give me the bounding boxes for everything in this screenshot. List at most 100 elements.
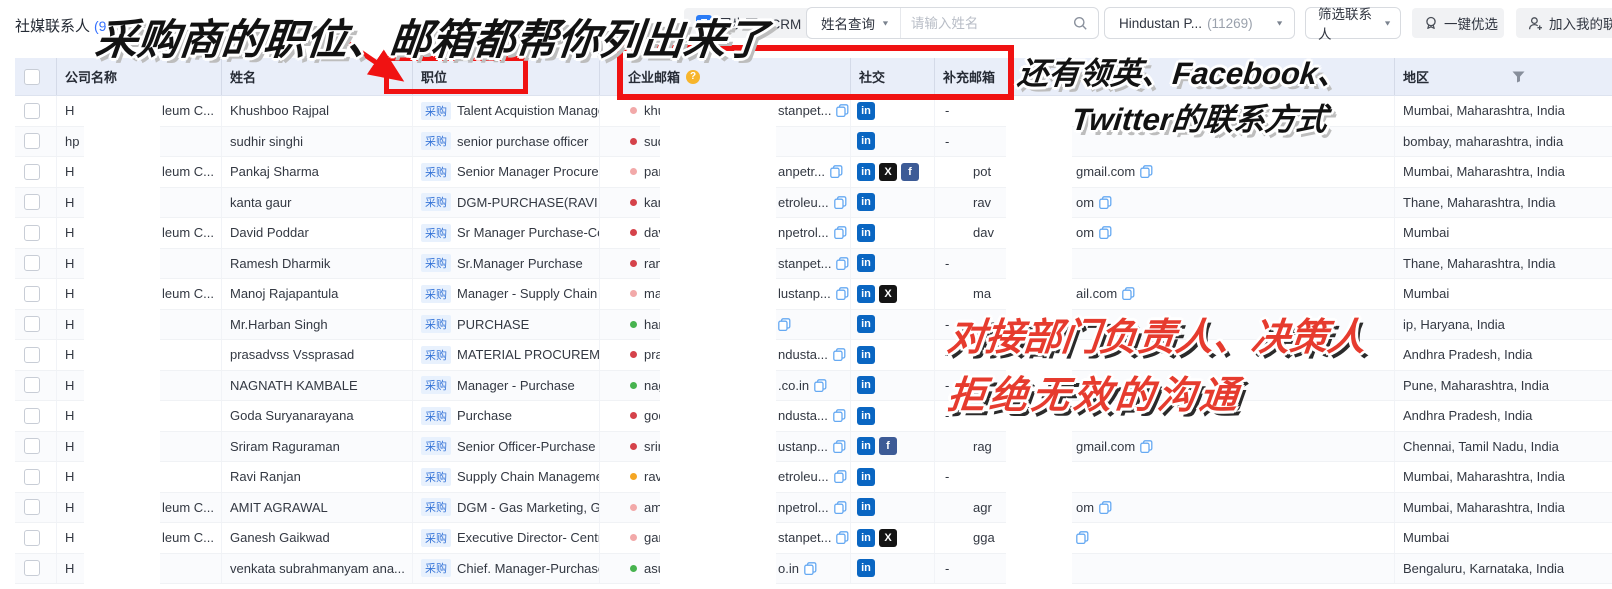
name-cell: Ravi Ranjan <box>222 462 413 492</box>
extra-email-tail: ail.com <box>1076 286 1135 301</box>
social-cell: in <box>851 493 935 523</box>
linkedin-icon[interactable]: in <box>857 254 875 272</box>
copy-icon[interactable] <box>834 226 847 239</box>
x-icon[interactable]: X <box>879 529 897 547</box>
row-checkbox[interactable] <box>24 103 40 119</box>
copy-icon[interactable] <box>804 562 817 575</box>
position-cell: 采购PURCHASE <box>413 310 600 340</box>
email-tail-text: stanpet... <box>778 103 831 118</box>
copy-icon[interactable] <box>1140 165 1153 178</box>
search-type-select[interactable]: 姓名查询 ▼ <box>807 8 901 38</box>
extra-email-head: rag <box>973 439 992 454</box>
copy-icon[interactable] <box>836 287 849 300</box>
table-row: HRamesh Dharmik采购Sr.Manager Purchaserame… <box>15 249 1612 280</box>
name-cell: Mr.Harban Singh <box>222 310 413 340</box>
row-checkbox[interactable] <box>24 133 40 149</box>
social-cell: inf <box>851 432 935 462</box>
linkedin-icon[interactable]: in <box>857 559 875 577</box>
row-checkbox[interactable] <box>24 255 40 271</box>
copy-icon[interactable] <box>1140 440 1153 453</box>
region-cell: Andhra Pradesh, India <box>1395 401 1612 431</box>
linkedin-icon[interactable]: in <box>857 376 875 394</box>
copy-icon[interactable] <box>836 104 849 117</box>
sync-to-tcrm-button[interactable]: T 同步至T-CRM <box>684 8 813 38</box>
copy-icon[interactable] <box>833 409 846 422</box>
row-checkbox-cell <box>15 401 57 431</box>
linkedin-icon[interactable]: in <box>857 315 875 333</box>
copy-icon[interactable] <box>1122 287 1135 300</box>
copy-icon[interactable] <box>1099 501 1112 514</box>
add-to-my-contacts-button[interactable]: 加入我的联系人 <box>1516 8 1612 38</box>
row-checkbox[interactable] <box>24 560 40 576</box>
copy-icon[interactable] <box>834 501 847 514</box>
linkedin-icon[interactable]: in <box>857 193 875 211</box>
linkedin-icon[interactable]: in <box>857 468 875 486</box>
copy-icon[interactable] <box>833 440 846 453</box>
contact-name: sudhir singhi <box>230 134 303 149</box>
linkedin-icon[interactable]: in <box>857 285 875 303</box>
linkedin-icon[interactable]: in <box>857 498 875 516</box>
table-row: Hleum C...AMIT AGRAWAL采购DGM - Gas Market… <box>15 493 1612 524</box>
row-checkbox[interactable] <box>24 347 40 363</box>
linkedin-icon[interactable]: in <box>857 529 875 547</box>
copy-icon[interactable] <box>1076 531 1089 544</box>
copy-icon[interactable] <box>834 470 847 483</box>
company-name-tail: leum C... <box>162 530 214 545</box>
copy-icon[interactable] <box>814 379 827 392</box>
copy-icon[interactable] <box>830 165 843 178</box>
row-checkbox[interactable] <box>24 194 40 210</box>
row-checkbox[interactable] <box>24 408 40 424</box>
social-cell: in <box>851 462 935 492</box>
filter-contacts-select[interactable]: 筛选联系人 ▼ <box>1305 7 1401 39</box>
contact-name: Ramesh Dharmik <box>230 256 330 271</box>
row-checkbox[interactable] <box>24 530 40 546</box>
copy-icon[interactable] <box>1099 196 1112 209</box>
email-tail: etroleu... <box>778 195 847 210</box>
copy-icon[interactable] <box>1099 226 1112 239</box>
extra-email-tail: gmail.com <box>1076 164 1153 179</box>
row-checkbox[interactable] <box>24 499 40 515</box>
search-icon[interactable] <box>1073 16 1088 31</box>
linkedin-icon[interactable]: in <box>857 224 875 242</box>
copy-icon[interactable] <box>833 348 846 361</box>
row-checkbox[interactable] <box>24 438 40 454</box>
company-name-head: H <box>65 256 74 271</box>
linkedin-icon[interactable]: in <box>857 132 875 150</box>
copy-icon[interactable] <box>836 257 849 270</box>
copy-icon[interactable] <box>778 318 791 331</box>
row-checkbox[interactable] <box>24 286 40 302</box>
one-click-optimize-label: 一键优选 <box>1444 13 1498 33</box>
position-text: MATERIAL PROCUREMENT <box>457 347 600 362</box>
facebook-icon[interactable]: f <box>901 163 919 181</box>
x-icon[interactable]: X <box>879 163 897 181</box>
contact-name: Ganesh Gaikwad <box>230 530 330 545</box>
facebook-icon[interactable]: f <box>879 437 897 455</box>
row-checkbox[interactable] <box>24 377 40 393</box>
row-checkbox[interactable] <box>24 469 40 485</box>
copy-icon[interactable] <box>836 531 849 544</box>
row-checkbox-cell <box>15 432 57 462</box>
x-icon[interactable]: X <box>879 285 897 303</box>
row-checkbox[interactable] <box>24 316 40 332</box>
email-tail <box>778 318 791 331</box>
linkedin-icon[interactable]: in <box>857 346 875 364</box>
select-all-checkbox[interactable] <box>24 69 40 85</box>
extra-email-cell: - <box>935 310 1395 340</box>
linkedin-icon[interactable]: in <box>857 437 875 455</box>
row-checkbox-cell <box>15 279 57 309</box>
one-click-optimize-button[interactable]: 一键优选 <box>1412 8 1504 38</box>
row-checkbox[interactable] <box>24 225 40 241</box>
filter-funnel-icon[interactable] <box>1512 71 1525 86</box>
linkedin-icon[interactable]: in <box>857 163 875 181</box>
position-cell: 采购senior purchase officer <box>413 127 600 157</box>
row-checkbox[interactable] <box>24 164 40 180</box>
company-filter-select[interactable]: Hindustan P... (11269) ▼ <box>1104 7 1295 39</box>
region-text: bombay, maharashtra, india <box>1403 134 1563 149</box>
region-text: Andhra Pradesh, India <box>1403 408 1532 423</box>
linkedin-icon[interactable]: in <box>857 102 875 120</box>
chevron-down-icon: ▼ <box>1383 19 1392 27</box>
chevron-down-icon: ▼ <box>881 19 890 27</box>
linkedin-icon[interactable]: in <box>857 407 875 425</box>
copy-icon[interactable] <box>834 196 847 209</box>
search-input[interactable] <box>901 16 1073 31</box>
